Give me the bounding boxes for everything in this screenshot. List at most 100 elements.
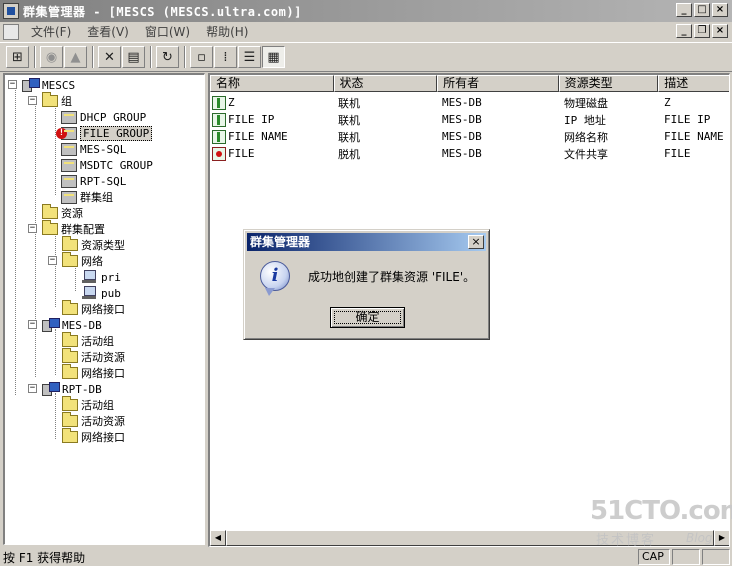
tree-item-label: DHCP GROUP [80,110,147,124]
tree-item-label: pub [101,286,121,300]
server-node-icon [42,318,60,332]
mdi-minimize-button[interactable]: _ [676,24,692,38]
scroll-left-icon[interactable]: ◀ [210,530,226,546]
tree-item-node-network-interfaces[interactable]: 网络接口 [62,428,125,445]
resource-name: Z [228,95,235,109]
collapse-icon[interactable]: − [8,80,17,89]
collapse-icon[interactable]: − [28,96,37,105]
tree-item-label: 网络 [81,255,103,268]
mdi-restore-button[interactable]: ❐ [694,24,710,38]
column-header-description[interactable]: 描述 [658,75,729,92]
resource-owner: MES-DB [442,113,482,126]
tree-item-label: MSDTC GROUP [80,158,153,172]
resource-name: FILE NAME [228,129,288,143]
tree-item-cluster-root[interactable]: − MESCS [8,77,75,93]
list-header: 名称 状态 所有者 资源类型 描述 [210,75,729,92]
tree-item-network[interactable]: pub [82,285,121,301]
tree-connector [35,101,36,377]
tree-item-group-selected[interactable]: FILE GROUP [56,125,153,141]
window-titlebar[interactable]: 群集管理器 - [MESCS (MESCS.ultra.com)] _ □ × [0,0,732,22]
column-header-owner[interactable]: 所有者 [437,75,559,92]
tree-item-label: FILE GROUP [80,125,153,141]
tree-item-label: 网络接口 [81,431,125,444]
menu-file[interactable]: 文件(F) [23,23,79,40]
cluster-tree[interactable]: − MESCS − 组 DHCP GROUP FILE GROUP MES-SQ… [3,73,205,545]
tree-item-resource-types[interactable]: 资源类型 [62,236,125,253]
menu-view[interactable]: 查看(V) [79,23,137,40]
dialog-titlebar[interactable]: 群集管理器 × [247,233,486,251]
column-header-state[interactable]: 状态 [333,75,438,92]
take-offline-icon[interactable]: ▲ [64,46,87,68]
tree-item-network[interactable]: pri [82,269,121,285]
toolbar-separator [184,46,186,68]
message-dialog[interactable]: 群集管理器 × i 成功地创建了群集资源 'FILE'。 确定 [243,229,490,340]
refresh-icon[interactable]: ↻ [156,46,179,68]
bring-online-icon[interactable]: ◉ [40,46,63,68]
window-minimize-button[interactable]: _ [676,3,692,17]
list-view-icon[interactable]: ☰ [238,46,261,68]
tree-item-group[interactable]: DHCP GROUP [61,109,146,125]
tree-item-active-resources[interactable]: 活动资源 [62,412,125,429]
collapse-icon[interactable]: − [28,224,37,233]
menu-bar: 文件(F) 查看(V) 窗口(W) 帮助(H) _ ❐ × [0,22,732,41]
tree-item-node-rpt-db[interactable]: − RPT-DB [28,381,102,397]
resource-state: 脱机 [338,147,360,161]
group-icon [61,190,77,204]
folder-icon [62,396,78,411]
dialog-close-button[interactable]: × [468,235,484,249]
tree-item-label: 网络接口 [81,303,125,316]
table-row[interactable]: FILE NAME 联机 MES-DB 网络名称 FILE NAME [210,128,729,145]
window-maximize-button[interactable]: □ [694,3,710,17]
details-view-icon[interactable]: ▦ [262,46,285,68]
tree-item-networks[interactable]: − 网络 [48,252,103,269]
tree-item-active-groups[interactable]: 活动组 [62,332,114,349]
tree-item-groups[interactable]: − 组 [28,92,72,109]
tree-item-active-resources[interactable]: 活动资源 [62,348,125,365]
mdi-window-icon[interactable] [3,23,19,40]
tree-item-cluster-config[interactable]: − 群集配置 [28,220,105,237]
collapse-icon[interactable]: − [48,256,57,265]
tree-item-node-network-interfaces[interactable]: 网络接口 [62,364,125,381]
tree-item-node-mes-db[interactable]: − MES-DB [28,317,102,333]
menu-help[interactable]: 帮助(H) [198,23,256,40]
window-close-button[interactable]: × [712,3,728,17]
resource-description: FILE [664,147,691,160]
folder-icon [62,300,78,315]
table-row[interactable]: FILE 脱机 MES-DB 文件共享 FILE [210,145,729,162]
status-caps-lock: CAP [638,549,670,565]
column-header-name[interactable]: 名称 [210,75,334,92]
small-icons-icon[interactable]: ⁞ [214,46,237,68]
large-icons-icon[interactable]: ▫ [190,46,213,68]
delete-icon[interactable]: ✕ [98,46,121,68]
watermark-blog: Blog [686,531,713,545]
resource-state: 联机 [338,113,360,127]
tree-item-active-groups[interactable]: 活动组 [62,396,114,413]
tree-item-group[interactable]: MES-SQL [61,141,126,157]
tree-item-group[interactable]: MSDTC GROUP [61,157,153,173]
cluster-connect-icon[interactable]: ⊞ [6,46,29,68]
tree-item-label: 资源 [61,207,83,220]
status-scroll-lock [702,549,730,565]
tree-item-network-interfaces[interactable]: 网络接口 [62,300,125,317]
scroll-right-icon[interactable]: ▶ [714,530,729,546]
tree-item-group[interactable]: 群集组 [61,189,113,205]
table-row[interactable]: Z 联机 MES-DB 物理磁盘 Z [210,94,729,111]
resource-online-icon [212,129,226,144]
server-node-icon [42,382,60,396]
table-row[interactable]: FILE IP 联机 MES-DB IP 地址 FILE IP [210,111,729,128]
column-header-type[interactable]: 资源类型 [558,75,659,92]
tree-item-group[interactable]: RPT-SQL [61,173,126,189]
folder-icon [62,236,78,251]
toolbar-separator [34,46,36,68]
mdi-close-button[interactable]: × [712,24,728,38]
tree-item-resources[interactable]: 资源 [42,204,83,221]
resource-description: FILE IP [664,113,711,126]
network-icon [82,286,98,300]
ok-button[interactable]: 确定 [330,307,405,328]
collapse-icon[interactable]: − [28,320,37,329]
menu-window[interactable]: 窗口(W) [137,23,198,40]
resource-type: 物理磁盘 [564,96,608,110]
status-text: 按 F1 获得帮助 [3,550,86,565]
collapse-icon[interactable]: − [28,384,37,393]
properties-icon[interactable]: ▤ [122,46,145,68]
